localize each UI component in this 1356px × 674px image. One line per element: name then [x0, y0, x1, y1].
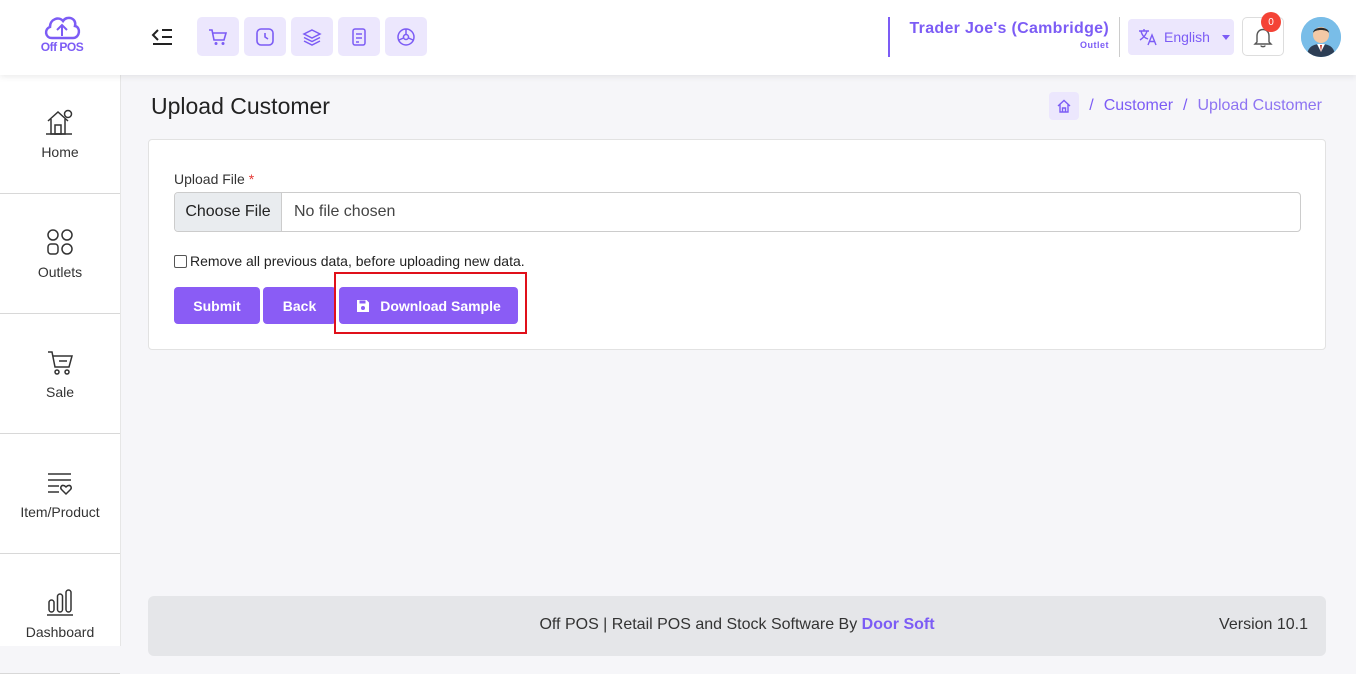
home-icon — [46, 109, 73, 135]
sidebar-item-item-product[interactable]: Item/Product — [0, 434, 120, 554]
sidebar-item-sale[interactable]: Sale — [0, 314, 120, 434]
footer-brand-link[interactable]: Door Soft — [862, 616, 935, 633]
breadcrumb-current: Upload Customer — [1197, 97, 1323, 114]
top-header: Off POS Trader Joe's (Cambridge) Outlet … — [0, 0, 1356, 75]
logo-text: Off POS — [40, 40, 84, 54]
remove-previous-data-label: Remove all previous data, before uploadi… — [190, 253, 525, 269]
cart-icon — [48, 350, 73, 375]
quick-clock-button[interactable] — [244, 17, 286, 56]
breadcrumb: / Customer / Upload Customer — [1049, 92, 1322, 120]
version-label: Version 10.1 — [1219, 616, 1308, 633]
footer-copyright: Off POS | Retail POS and Stock Software … — [539, 616, 862, 633]
outlet-selector[interactable]: Trader Joe's (Cambridge) Outlet — [888, 17, 1120, 57]
upload-file-label-text: Upload File — [174, 171, 245, 187]
breadcrumb-home[interactable] — [1049, 92, 1080, 120]
file-upload-input[interactable]: Choose File No file chosen — [174, 192, 1301, 232]
cart-icon — [209, 28, 228, 45]
outlets-icon — [47, 228, 73, 255]
user-avatar[interactable] — [1301, 17, 1341, 57]
sidebar-toggle-button[interactable] — [150, 26, 174, 48]
page-title: Upload Customer — [151, 93, 330, 119]
language-dropdown[interactable]: English — [1128, 19, 1234, 55]
breadcrumb-separator: / — [1089, 97, 1094, 114]
file-status-text: No file chosen — [294, 203, 396, 220]
sidebar-item-label: Outlets — [37, 263, 83, 280]
translate-icon — [1139, 29, 1157, 46]
clock-icon — [256, 27, 274, 46]
highlight-box — [334, 272, 527, 334]
dashboard-icon — [397, 27, 415, 46]
bar-chart-icon — [47, 588, 73, 616]
required-mark: * — [248, 171, 255, 187]
outlet-name: Trader Joe's (Cambridge) — [909, 20, 1109, 37]
app-logo[interactable]: Off POS — [34, 12, 90, 62]
item-list-icon — [48, 472, 72, 495]
footer: Off POS | Retail POS and Stock Software … — [148, 596, 1326, 656]
notification-count-badge: 0 — [1261, 12, 1281, 32]
layers-icon — [302, 28, 322, 46]
remove-previous-data-option[interactable]: Remove all previous data, before uploadi… — [174, 253, 525, 269]
quick-dashboard-button[interactable] — [385, 17, 427, 56]
remove-previous-data-checkbox[interactable] — [174, 254, 187, 268]
chevron-down-icon — [1221, 34, 1230, 40]
breadcrumb-customer[interactable]: Customer — [1104, 97, 1173, 115]
submit-button[interactable]: Submit — [174, 287, 260, 324]
sidebar: Home Outlets Sale Item/Product Dashboard — [0, 75, 121, 674]
sidebar-item-label: Item/Product — [20, 503, 100, 520]
back-button[interactable]: Back — [263, 287, 336, 324]
sidebar-item-home[interactable]: Home — [0, 75, 120, 194]
cloud-logo-icon — [44, 16, 81, 40]
outlet-label: Outlet — [1080, 40, 1109, 50]
upload-form-card: Upload File * Choose File No file chosen… — [148, 139, 1326, 350]
sidebar-item-label: Home — [41, 144, 79, 160]
quick-sale-button[interactable] — [197, 17, 239, 56]
user-avatar-icon — [1301, 17, 1341, 57]
sidebar-item-label: Dashboard — [25, 623, 95, 640]
breadcrumb-separator: / — [1183, 97, 1188, 114]
quick-layers-button[interactable] — [291, 17, 333, 56]
language-label: English — [1164, 29, 1210, 45]
receipt-icon — [352, 27, 366, 46]
quick-receipt-button[interactable] — [338, 17, 380, 56]
upload-file-label: Upload File * — [174, 171, 254, 187]
sidebar-item-label: Sale — [45, 383, 75, 400]
menu-collapse-icon — [151, 29, 172, 45]
home-icon — [1057, 99, 1071, 113]
choose-file-button[interactable]: Choose File — [175, 193, 282, 231]
sidebar-item-outlets[interactable]: Outlets — [0, 194, 120, 314]
sidebar-item-dashboard[interactable]: Dashboard — [0, 554, 120, 674]
footer-text: Off POS | Retail POS and Stock Software … — [148, 616, 1326, 634]
